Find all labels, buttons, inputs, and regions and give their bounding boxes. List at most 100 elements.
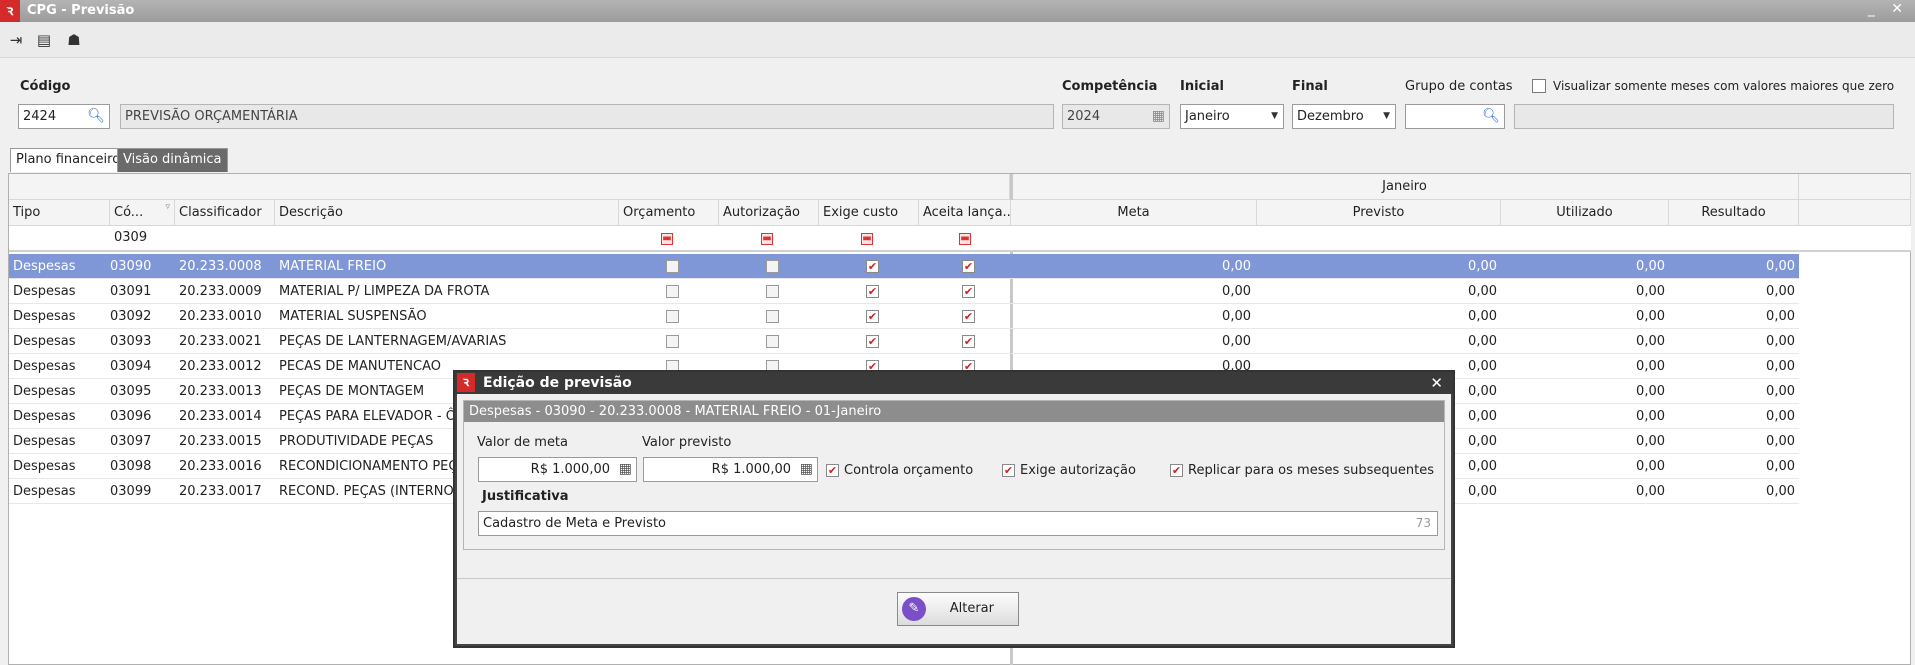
meta-value: R$ 1.000,00 [530,462,610,477]
visualizar-label: Visualizar somente meses com valores mai… [1553,79,1895,93]
filter-codigo[interactable]: 0309 [114,230,147,245]
final-label: Final [1292,79,1328,94]
cell-utilizado: 0,00 [1636,309,1665,324]
checkbox-orcamento[interactable] [666,260,679,273]
app-logo-icon: ꝛ [457,373,475,392]
alterar-button[interactable]: ✎ Alterar [897,592,1019,626]
col-tipo[interactable]: Tipo [9,200,110,226]
checkbox-autorizacao[interactable] [766,310,779,323]
col-orcamento[interactable]: Orçamento [619,200,719,226]
checkbox-autorizacao[interactable] [766,335,779,348]
title-bar: ꝛ CPG - Previsão _ ✕ [0,0,1915,22]
checkbox-orcamento[interactable] [666,285,679,298]
col-utilizado[interactable]: Utilizado [1501,200,1669,226]
col-autorizacao[interactable]: Autorização [719,200,819,226]
cell-classificador: 20.233.0013 [179,384,262,399]
table-row[interactable]: Despesas 03092 20.233.0010 MATERIAL SUSPENS… [9,304,1799,329]
edicao-previsao-dialog: ꝛ Edição de previsão ✕ Despesas - 03090 … [453,370,1455,648]
tab-plano-financeiro[interactable]: Plano financeiro [10,148,127,172]
filter-orcamento-checkbox[interactable]: ▬ [661,233,673,245]
cell-previsto: 0,00 [1468,284,1497,299]
close-icon[interactable]: ✕ [1430,372,1443,394]
window-controls[interactable]: _ ✕ [1868,1,1909,17]
toolbar: ⇥ ▤ ☗ [0,22,1915,58]
controla-orcamento-checkbox[interactable]: ✔ [826,464,839,477]
cell-meta: 0,00 [1222,284,1251,299]
replicar-checkbox[interactable]: ✔ [1170,464,1183,477]
cell-tipo: Despesas [13,259,76,274]
filter-aceita-checkbox[interactable]: ▬ [959,233,971,245]
tab-visao-dinamica[interactable]: Visão dinâmica [117,148,228,172]
grupo-field[interactable]: 🔍︎ [1405,104,1505,129]
competencia-field[interactable]: 2024 ▦ [1062,104,1170,129]
cell-codigo: 03095 [110,384,152,399]
checkbox-orcamento[interactable] [666,335,679,348]
table-row[interactable]: Despesas 03091 20.233.0009 MATERIAL P/ LIMP… [9,279,1799,304]
checkbox-orcamento[interactable] [666,310,679,323]
table-row[interactable]: Despesas 03093 20.233.0021 PEÇAS DE LANTERN… [9,329,1799,354]
cell-codigo: 03090 [110,259,152,274]
checkbox-exige[interactable]: ✔ [866,310,879,323]
checkbox-aceita[interactable]: ✔ [962,310,975,323]
cell-descricao: PEÇAS DE LANTERNAGEM/AVARIAS [279,334,507,349]
calculator-icon[interactable]: ▦ [800,458,813,481]
calendar-icon[interactable]: ▦ [1152,105,1165,128]
filter-icon[interactable]: ▿ [165,200,170,220]
checkbox-autorizacao[interactable] [766,260,779,273]
cell-utilizado: 0,00 [1636,459,1665,474]
checkbox-exige[interactable]: ✔ [866,260,879,273]
col-classificador[interactable]: Classificador [175,200,275,226]
cell-descricao: MATERIAL SUSPENSÃO [279,309,427,324]
cell-meta: 0,00 [1222,259,1251,274]
exige-autorizacao-checkbox[interactable]: ✔ [1002,464,1015,477]
exit-icon[interactable]: ⇥ [6,31,26,49]
previsto-label: Valor previsto [642,435,732,450]
checkbox-exige[interactable]: ✔ [866,285,879,298]
checkbox-exige[interactable]: ✔ [866,335,879,348]
justificativa-input[interactable]: Cadastro de Meta e Previsto 73 [478,511,1438,536]
cell-utilizado: 0,00 [1636,284,1665,299]
inicial-select[interactable]: Janeiro ▼ [1180,104,1284,129]
table-row[interactable]: Despesas 03090 20.233.0008 MATERIAL FREIO 0,… [9,254,1799,279]
cell-classificador: 20.233.0017 [179,484,262,499]
cell-classificador: 20.233.0014 [179,409,262,424]
col-resultado[interactable]: Resultado [1669,200,1799,226]
cell-previsto: 0,00 [1468,334,1497,349]
checkbox-aceita[interactable]: ✔ [962,260,975,273]
competencia-label: Competência [1062,79,1158,94]
cell-classificador: 20.233.0015 [179,434,262,449]
calculator-icon[interactable]: ▦ [619,458,632,481]
dialog-separator [457,578,1451,579]
cell-resultado: 0,00 [1766,384,1795,399]
user-icon[interactable]: ☗ [64,31,84,49]
filter-exige-checkbox[interactable]: ▬ [861,233,873,245]
final-value: Dezembro [1297,109,1364,124]
col-codigo[interactable]: Có... ▿ [110,200,175,226]
meta-input[interactable]: R$ 1.000,00 ▦ [478,457,637,482]
filter-autorizacao-checkbox[interactable]: ▬ [761,233,773,245]
descricao-field: PREVISÃO ORÇAMENTÁRIA [120,104,1054,129]
cell-classificador: 20.233.0016 [179,459,262,474]
codigo-field[interactable]: 2424 🔍︎ [18,104,110,129]
previsto-input[interactable]: R$ 1.000,00 ▦ [643,457,818,482]
cell-codigo: 03097 [110,434,152,449]
col-previsto[interactable]: Previsto [1257,200,1501,226]
dialog-subtitle: Despesas - 03090 - 20.233.0008 - MATERIA… [464,401,1444,422]
grupo-label: Grupo de contas [1405,79,1513,94]
visualizar-checkbox[interactable] [1532,79,1546,93]
cell-classificador: 20.233.0012 [179,359,262,374]
cell-tipo: Despesas [13,459,76,474]
checkbox-autorizacao[interactable] [766,285,779,298]
grid-group-right [1799,174,1911,200]
final-select[interactable]: Dezembro ▼ [1292,104,1396,129]
col-meta[interactable]: Meta [1011,200,1257,226]
search-icon[interactable]: 🔍︎ [87,105,105,128]
checkbox-aceita[interactable]: ✔ [962,335,975,348]
col-descricao[interactable]: Descrição [275,200,619,226]
checkbox-aceita[interactable]: ✔ [962,285,975,298]
col-exige-custo[interactable]: Exige custo [819,200,919,226]
screen-icon[interactable]: ▤ [34,31,54,49]
search-icon[interactable]: 🔍︎ [1482,105,1500,128]
col-aceita-lanca[interactable]: Aceita lança... [919,200,1011,226]
cell-tipo: Despesas [13,284,76,299]
